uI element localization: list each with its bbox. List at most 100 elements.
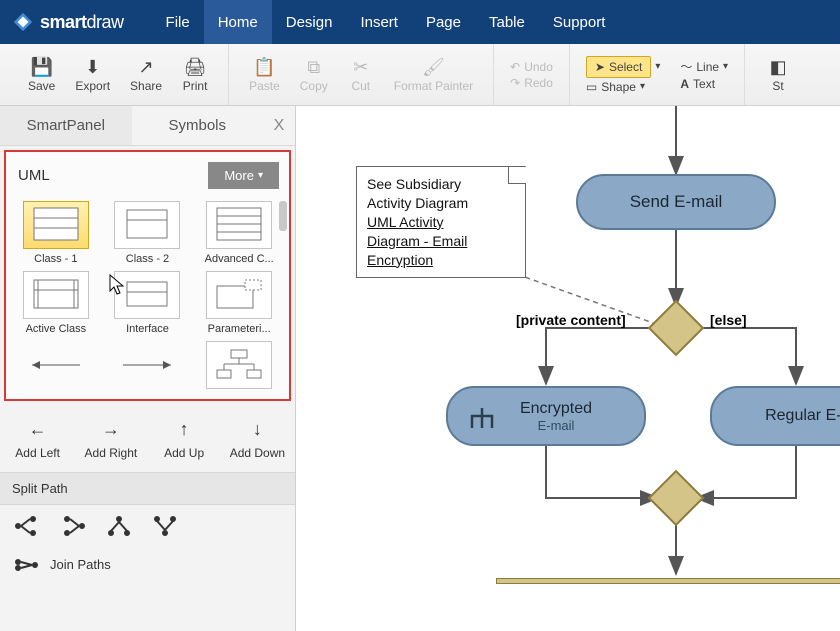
- menu-insert[interactable]: Insert: [346, 0, 412, 44]
- note-annotation[interactable]: See Subsidiary Activity Diagram UML Acti…: [356, 166, 526, 278]
- symbol-label: Interface: [126, 323, 169, 335]
- scrollbar-thumb[interactable]: [279, 201, 287, 231]
- symbol-advanced-class[interactable]: Advanced C...: [195, 201, 283, 265]
- menu-design[interactable]: Design: [272, 0, 347, 44]
- format-painter-button[interactable]: 🖌Format Painter: [384, 53, 483, 97]
- edge-label-private: [private content]: [516, 312, 626, 328]
- chevron-down-icon: ▾: [723, 61, 728, 72]
- export-button[interactable]: ⬇Export: [65, 53, 120, 97]
- paste-button[interactable]: 📋Paste: [239, 53, 290, 97]
- join-paths-button[interactable]: Join Paths: [0, 547, 295, 582]
- arrow-left-icon: ←: [29, 419, 47, 440]
- arrow-up-icon: ↑: [180, 419, 189, 440]
- side-panel: SmartPanel Symbols X UML More▾ Class - 1…: [0, 106, 296, 631]
- menu-support[interactable]: Support: [539, 0, 620, 44]
- split-path-header: Split Path: [0, 472, 295, 505]
- decision-diamond[interactable]: [648, 300, 705, 357]
- menubar: smartdraw File Home Design Insert Page T…: [0, 0, 840, 44]
- merge-diamond[interactable]: [648, 470, 705, 527]
- chevron-down-icon: ▾: [258, 170, 263, 181]
- redo-icon: ↷: [510, 76, 520, 90]
- split-up-icon[interactable]: [152, 515, 178, 537]
- note-line: See Subsidiary: [367, 175, 515, 194]
- split-right-icon[interactable]: [14, 515, 40, 537]
- note-link[interactable]: Encryption: [367, 251, 515, 270]
- note-link[interactable]: Diagram - Email: [367, 232, 515, 251]
- symbol-assoc-left[interactable]: [12, 341, 100, 393]
- symbol-label: Parameteri...: [208, 323, 271, 335]
- select-tool[interactable]: ➤Select▾: [586, 56, 660, 78]
- cut-icon: ✂: [353, 57, 368, 79]
- arrow-right-icon: →: [102, 419, 120, 440]
- symbol-interface[interactable]: Interface: [104, 271, 192, 335]
- menu-home[interactable]: Home: [204, 0, 272, 44]
- node-send-email[interactable]: Send E-mail: [576, 174, 776, 230]
- save-button[interactable]: 💾Save: [18, 53, 65, 97]
- note-fold-icon: [508, 166, 526, 184]
- shape-icon: ▭: [586, 80, 597, 94]
- side-close-button[interactable]: X: [263, 106, 295, 145]
- symbol-class-2[interactable]: Class - 2: [104, 201, 192, 265]
- symbols-panel: UML More▾ Class - 1 Class - 2 Advanced: [4, 150, 291, 401]
- text-icon: A: [680, 77, 689, 91]
- note-line: Activity Diagram: [367, 194, 515, 213]
- chevron-down-icon: ▾: [640, 81, 645, 92]
- chevron-down-icon: ▾: [655, 61, 660, 72]
- canvas[interactable]: See Subsidiary Activity Diagram UML Acti…: [296, 106, 840, 631]
- tab-smartpanel[interactable]: SmartPanel: [0, 106, 132, 145]
- symbol-label: Advanced C...: [205, 253, 274, 265]
- tab-symbols[interactable]: Symbols: [132, 106, 264, 145]
- paste-icon: 📋: [253, 57, 275, 79]
- style-icon: ◧: [770, 57, 787, 79]
- edge-label-else: [else]: [710, 312, 747, 328]
- arrow-down-icon: ↓: [253, 419, 262, 440]
- toolbar: 💾Save ⬇Export ↗Share 🖨Print 📋Paste ⧉Copy…: [0, 44, 840, 106]
- app-logo: smartdraw: [12, 11, 124, 33]
- add-right-button[interactable]: →Add Right: [77, 413, 144, 466]
- export-icon: ⬇: [85, 57, 100, 79]
- cut-button[interactable]: ✂Cut: [338, 53, 384, 97]
- symbol-class-1[interactable]: Class - 1: [12, 201, 100, 265]
- copy-icon: ⧉: [307, 57, 320, 79]
- copy-button[interactable]: ⧉Copy: [290, 53, 338, 97]
- split-down-icon[interactable]: [106, 515, 132, 537]
- note-link[interactable]: UML Activity: [367, 213, 515, 232]
- symbol-label: Class - 1: [34, 253, 77, 265]
- undo-icon: ↶: [510, 60, 520, 74]
- redo-button[interactable]: ↷Redo: [510, 76, 553, 90]
- cursor-icon: ➤: [595, 60, 605, 74]
- save-icon: 💾: [30, 57, 52, 79]
- add-down-button[interactable]: ↓Add Down: [224, 413, 291, 466]
- logo-text: smartdraw: [40, 12, 124, 33]
- node-regular-email[interactable]: Regular E-m: [710, 386, 840, 446]
- split-left-icon[interactable]: [60, 515, 86, 537]
- brush-icon: 🖌: [422, 57, 445, 79]
- line-icon: 〜: [680, 58, 692, 75]
- undo-button[interactable]: ↶Undo: [510, 60, 553, 74]
- fork-icon: [468, 406, 496, 430]
- share-button[interactable]: ↗Share: [120, 53, 172, 97]
- symbol-label: Active Class: [26, 323, 87, 335]
- add-left-button[interactable]: ←Add Left: [4, 413, 71, 466]
- symbols-title: UML: [18, 167, 50, 184]
- print-icon: 🖨: [184, 57, 207, 79]
- symbol-active-class[interactable]: Active Class: [12, 271, 100, 335]
- join-icon: [14, 558, 40, 572]
- logo-icon: [12, 11, 34, 33]
- share-icon: ↗: [139, 57, 154, 79]
- sync-bar[interactable]: [496, 578, 840, 584]
- shape-tool[interactable]: ▭Shape▾: [586, 80, 660, 94]
- symbol-assoc-right[interactable]: [104, 341, 192, 393]
- style-button[interactable]: ◧St: [755, 53, 801, 97]
- menu-page[interactable]: Page: [412, 0, 475, 44]
- symbol-parameterized[interactable]: Parameteri...: [195, 271, 283, 335]
- print-button[interactable]: 🖨Print: [172, 53, 218, 97]
- node-encrypted-email[interactable]: Encrypted E-mail: [446, 386, 646, 446]
- menu-table[interactable]: Table: [475, 0, 539, 44]
- line-tool[interactable]: 〜Line▾: [680, 58, 728, 75]
- more-button[interactable]: More▾: [208, 162, 279, 189]
- add-up-button[interactable]: ↑Add Up: [151, 413, 218, 466]
- text-tool[interactable]: AText: [680, 77, 728, 91]
- symbol-hierarchy[interactable]: [195, 341, 283, 393]
- menu-file[interactable]: File: [152, 0, 204, 44]
